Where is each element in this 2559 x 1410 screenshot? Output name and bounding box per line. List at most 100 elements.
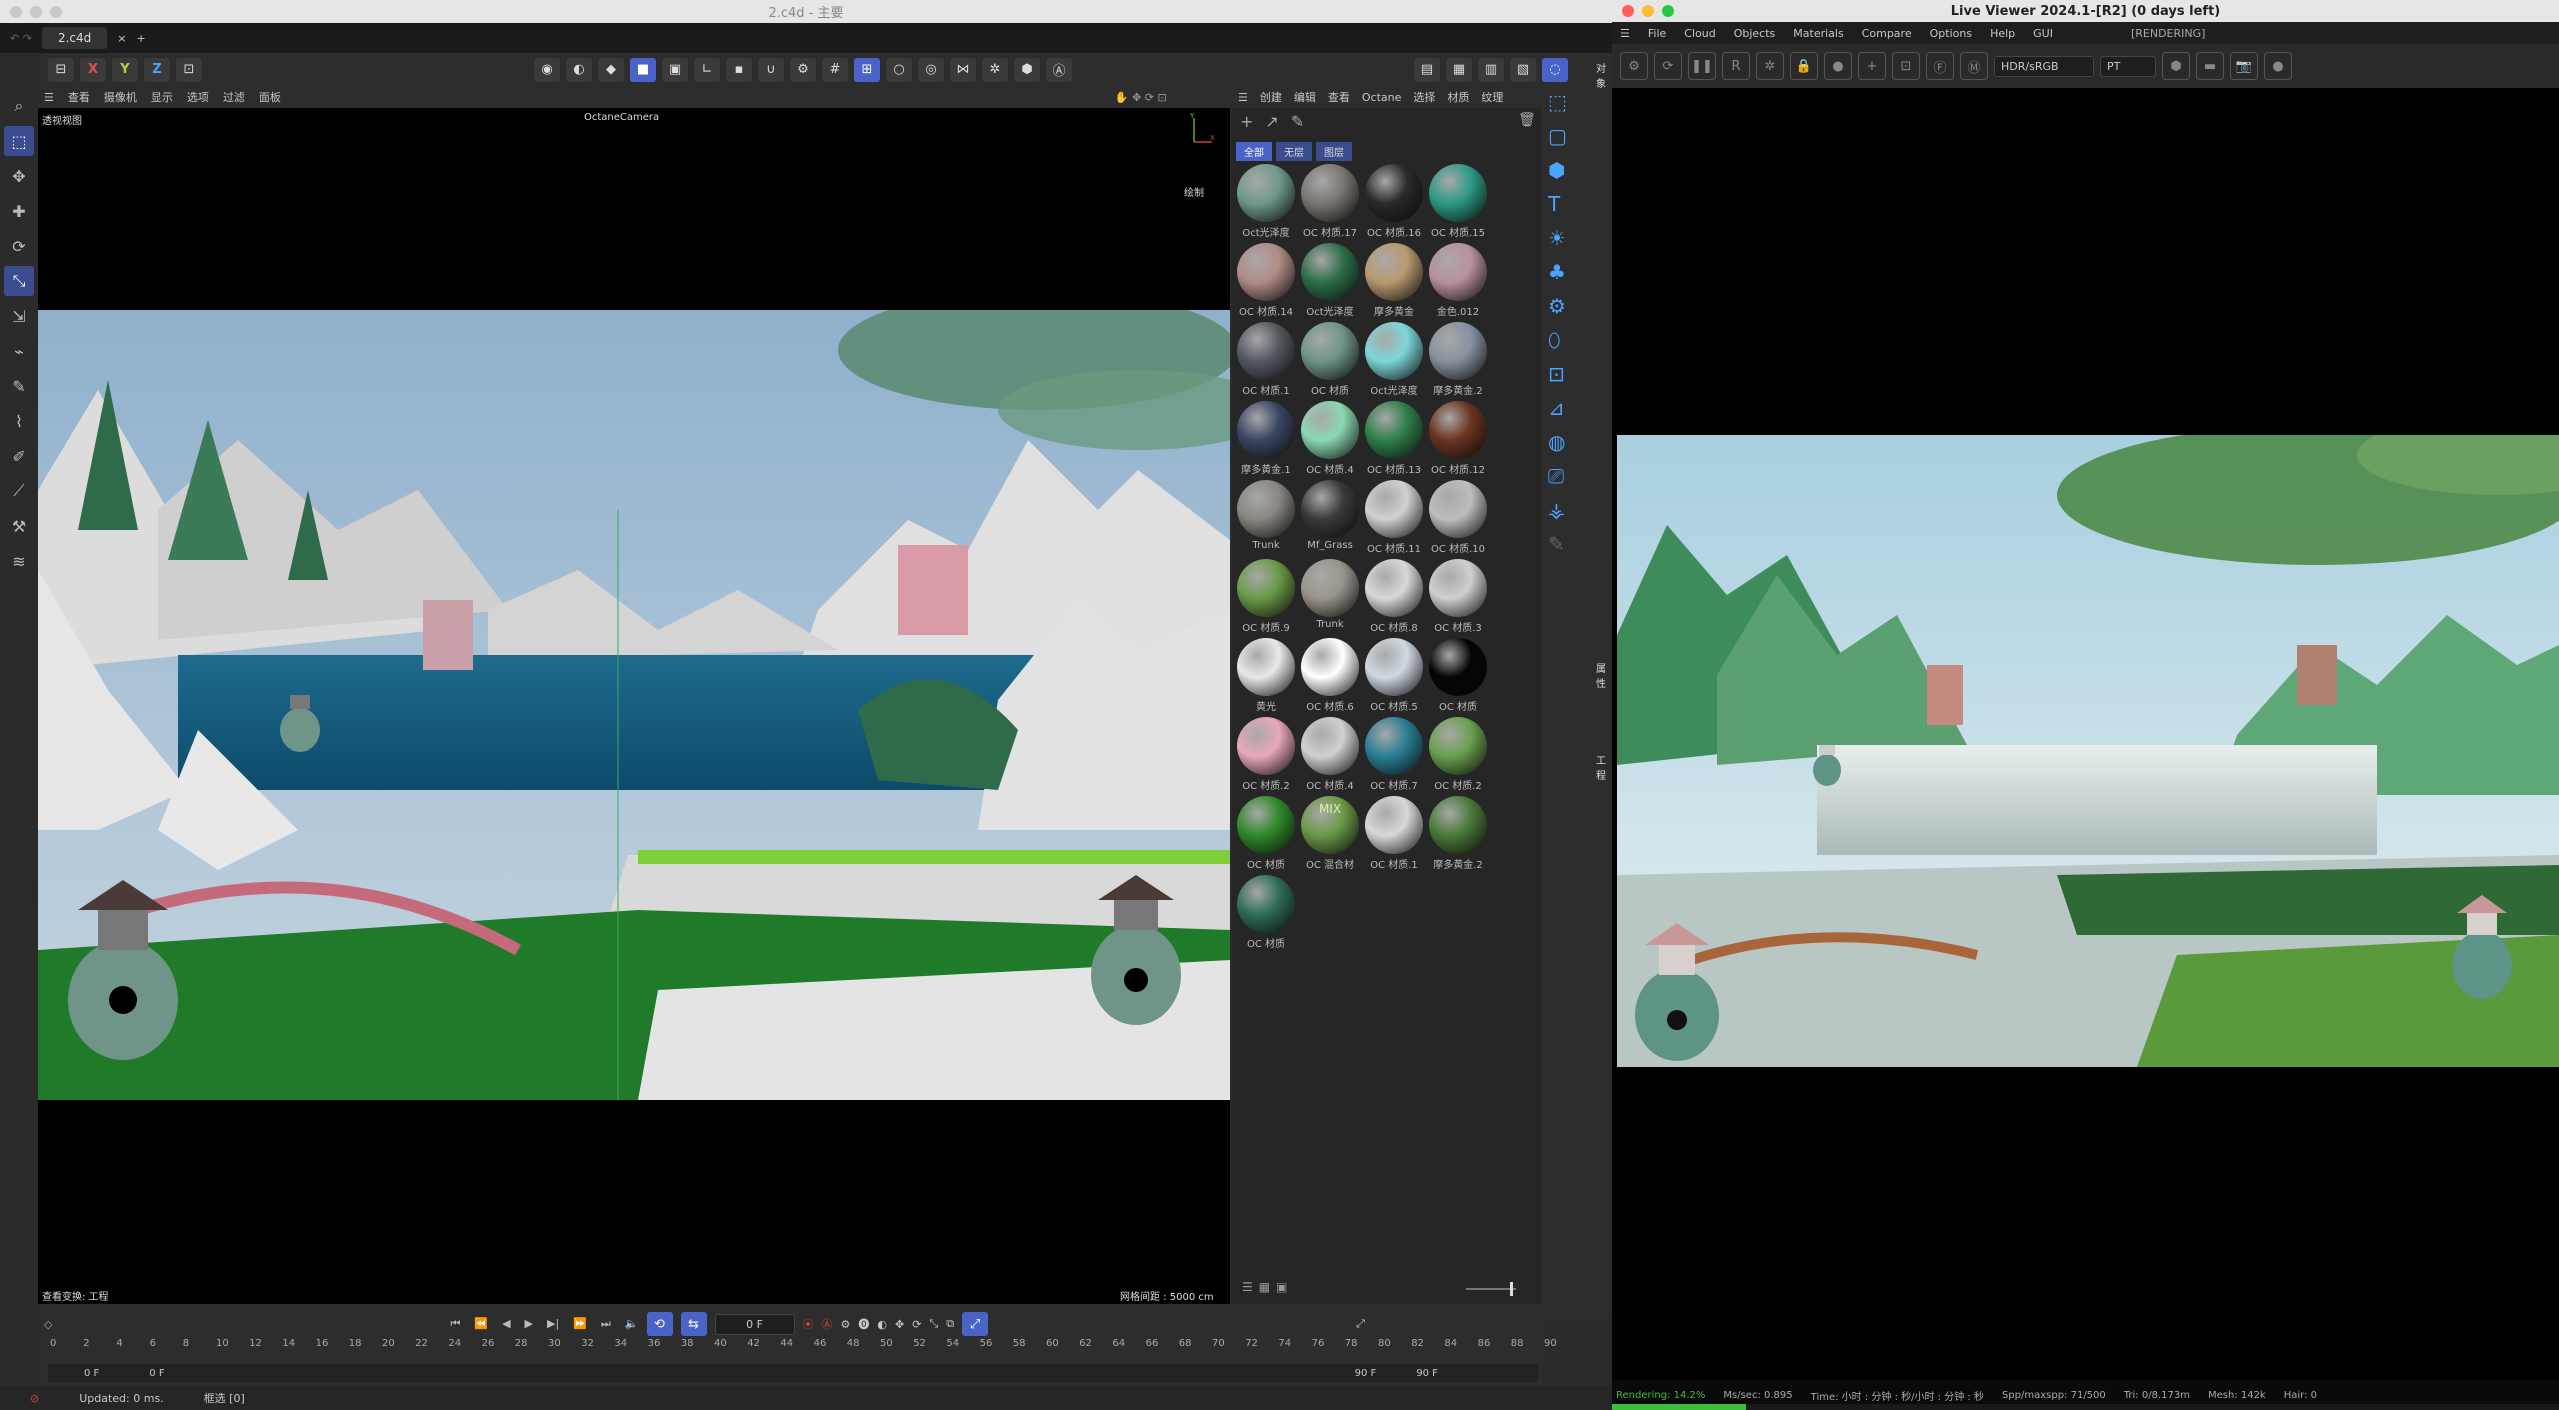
material-menu-select[interactable]: 选择 [1413,89,1435,105]
material-swatch[interactable]: OC 材质.14 [1234,241,1298,320]
material-swatch[interactable]: OC 材质.17 [1298,162,1362,241]
viewport-menu-icon[interactable]: ☰ [44,91,54,104]
gear-icon[interactable]: ⚙ [1548,294,1612,318]
deformer-icon[interactable]: ⬯ [1548,328,1612,352]
lv-menu-help[interactable]: Help [1990,27,2015,40]
move-icon[interactable]: ✚ [4,196,34,226]
lv-restart-icon[interactable]: ⟳ [1654,52,1682,80]
scale-icon[interactable]: ⤡ [4,266,34,296]
range-end-2[interactable]: 90 F [1416,1368,1438,1379]
rotate-icon[interactable]: ⟳ [4,231,34,261]
brush-icon[interactable]: ⟋ [4,476,34,506]
polygon-mode-icon[interactable]: ▪ [726,57,752,82]
arrow-icon[interactable]: ↗ [1265,112,1278,131]
scale-key-icon[interactable]: ⤡ [929,1317,938,1331]
render-view-icon[interactable]: ◉ [534,57,560,82]
key-settings-icon[interactable]: ⚙ [841,1318,851,1331]
lv-minimize-button[interactable] [1642,5,1654,17]
record-icon[interactable]: ⦿ [803,1316,814,1332]
material-swatch[interactable]: OC 材质.2 [1234,715,1298,794]
lock-icon[interactable]: ⬢ [1014,57,1040,82]
viewport-menu-filter[interactable]: 过滤 [223,89,245,105]
knife-icon[interactable]: ⚒ [4,511,34,541]
axis-mode-icon[interactable]: ∟ [694,57,720,82]
minimize-button[interactable] [30,6,42,18]
current-frame-field[interactable]: 0 F [714,1313,795,1335]
axis-z-toggle[interactable]: Z [144,57,170,82]
render-export-icon[interactable]: ▧ [1510,57,1536,82]
material-swatch[interactable]: Trunk [1234,478,1298,557]
auto-key-icon[interactable]: Ⓐ [1046,57,1072,82]
viewport-menu-panel[interactable]: 面板 [259,89,281,105]
timeline-expand-icon[interactable]: ⤢ [1356,1317,1365,1331]
material-swatch[interactable]: OC 材质.4 [1298,399,1362,478]
lv-menu-file[interactable]: File [1648,27,1666,40]
filter-layer[interactable]: 图层 [1316,142,1352,161]
lv-menu-objects[interactable]: Objects [1734,27,1776,40]
tab-document[interactable]: 2.c4d [41,27,108,49]
prev-frame-icon[interactable]: ◀ [502,1317,510,1331]
loop-icon[interactable]: ⟲ [646,1312,673,1336]
material-menu-edit[interactable]: 编辑 [1294,89,1316,105]
material-swatch[interactable]: OC 材质.16 [1362,162,1426,241]
filter-no-layer[interactable]: 无层 [1276,142,1312,161]
magnet-icon[interactable]: ∪ [758,57,784,82]
audio-icon[interactable]: 🔈 [625,1317,639,1331]
thumbnail-size-slider[interactable] [1466,1288,1516,1290]
hair-icon[interactable]: ≋ [4,546,34,576]
lv-menu-cloud[interactable]: Cloud [1684,27,1715,40]
symmetry-icon[interactable]: ⋈ [950,57,976,82]
axis-y-toggle[interactable]: Y [112,57,138,82]
viewport-menu-options[interactable]: 选项 [187,89,209,105]
lv-close-button[interactable] [1622,5,1634,17]
lv-menu-gui[interactable]: GUI [2033,27,2053,40]
material-swatch[interactable]: OC 材质.2 [1426,715,1490,794]
next-key-icon[interactable]: ⏩ [573,1317,587,1331]
material-menu-material[interactable]: 材质 [1447,89,1469,105]
globe-icon[interactable]: ◍ [1548,430,1612,454]
lv-menu-materials[interactable]: Materials [1793,27,1843,40]
snap-tool-icon[interactable]: ✥ [4,161,34,191]
viewport-nav-icons[interactable]: ✋ ✥ ⟳ ⊡ [1115,91,1167,104]
lv-menu-compare[interactable]: Compare [1862,27,1912,40]
camera-icon[interactable]: ⎚ [1548,464,1612,488]
paint-icon[interactable]: ✐ [4,441,34,471]
lv-hamburger-icon[interactable]: ☰ [1620,27,1630,40]
lv-region-icon[interactable]: R [1722,52,1750,80]
render-picture-icon[interactable]: ▦ [1446,57,1472,82]
material-swatch[interactable]: 摩多黄金.2 [1426,794,1490,873]
range-end[interactable]: 90 F [1355,1368,1377,1379]
search-icon[interactable]: ⌕ [4,91,34,121]
kernel-select[interactable]: PT [2100,55,2156,77]
zoom-button[interactable] [50,6,62,18]
lv-add-icon[interactable]: + [1858,52,1886,80]
render-output[interactable] [1617,435,2559,1067]
lv-gear-icon[interactable]: ✲ [1756,52,1784,80]
material-menu-texture[interactable]: 纹理 [1481,89,1503,105]
material-swatch[interactable]: OC 材质 [1298,320,1362,399]
viewport-menu-view[interactable]: 查看 [68,89,90,105]
material-swatch[interactable]: Oct光泽度 [1234,162,1298,241]
target-icon[interactable]: ◎ [918,57,944,82]
lv-sphere-icon[interactable]: ● [1824,52,1852,80]
material-swatch[interactable]: OC 材质.9 [1234,557,1298,636]
spline-deform-icon[interactable]: ⊿ [1548,396,1612,420]
scene-icon[interactable]: ⚶ [1548,498,1612,522]
param-key-icon[interactable]: ⧉ [946,1317,954,1331]
close-button[interactable] [10,6,22,18]
settings-icon[interactable]: ✲ [982,57,1008,82]
undo-icon[interactable]: ↶ ↷ [10,32,32,45]
render-settings-icon[interactable]: ▤ [1414,57,1440,82]
material-swatch[interactable]: OC 材质.1 [1234,320,1298,399]
auto-key-record-icon[interactable]: Ⓐ [822,1316,833,1332]
material-swatch[interactable]: MIX OC 混合材 [1298,794,1362,873]
lv-film-icon[interactable]: ▬ [2196,52,2224,80]
lv-settings-icon[interactable]: ⚙ [1620,52,1648,80]
render-region-icon[interactable]: ◐ [566,57,592,82]
play-icon[interactable]: ▶ [525,1317,533,1331]
lv-menu-options[interactable]: Options [1930,27,1972,40]
add-material-icon[interactable]: + [1240,112,1253,131]
material-swatch[interactable]: OC 材质.1 [1362,794,1426,873]
close-tab-icon[interactable]: × [117,32,126,45]
lv-lock-icon[interactable]: 🔒 [1790,52,1818,80]
